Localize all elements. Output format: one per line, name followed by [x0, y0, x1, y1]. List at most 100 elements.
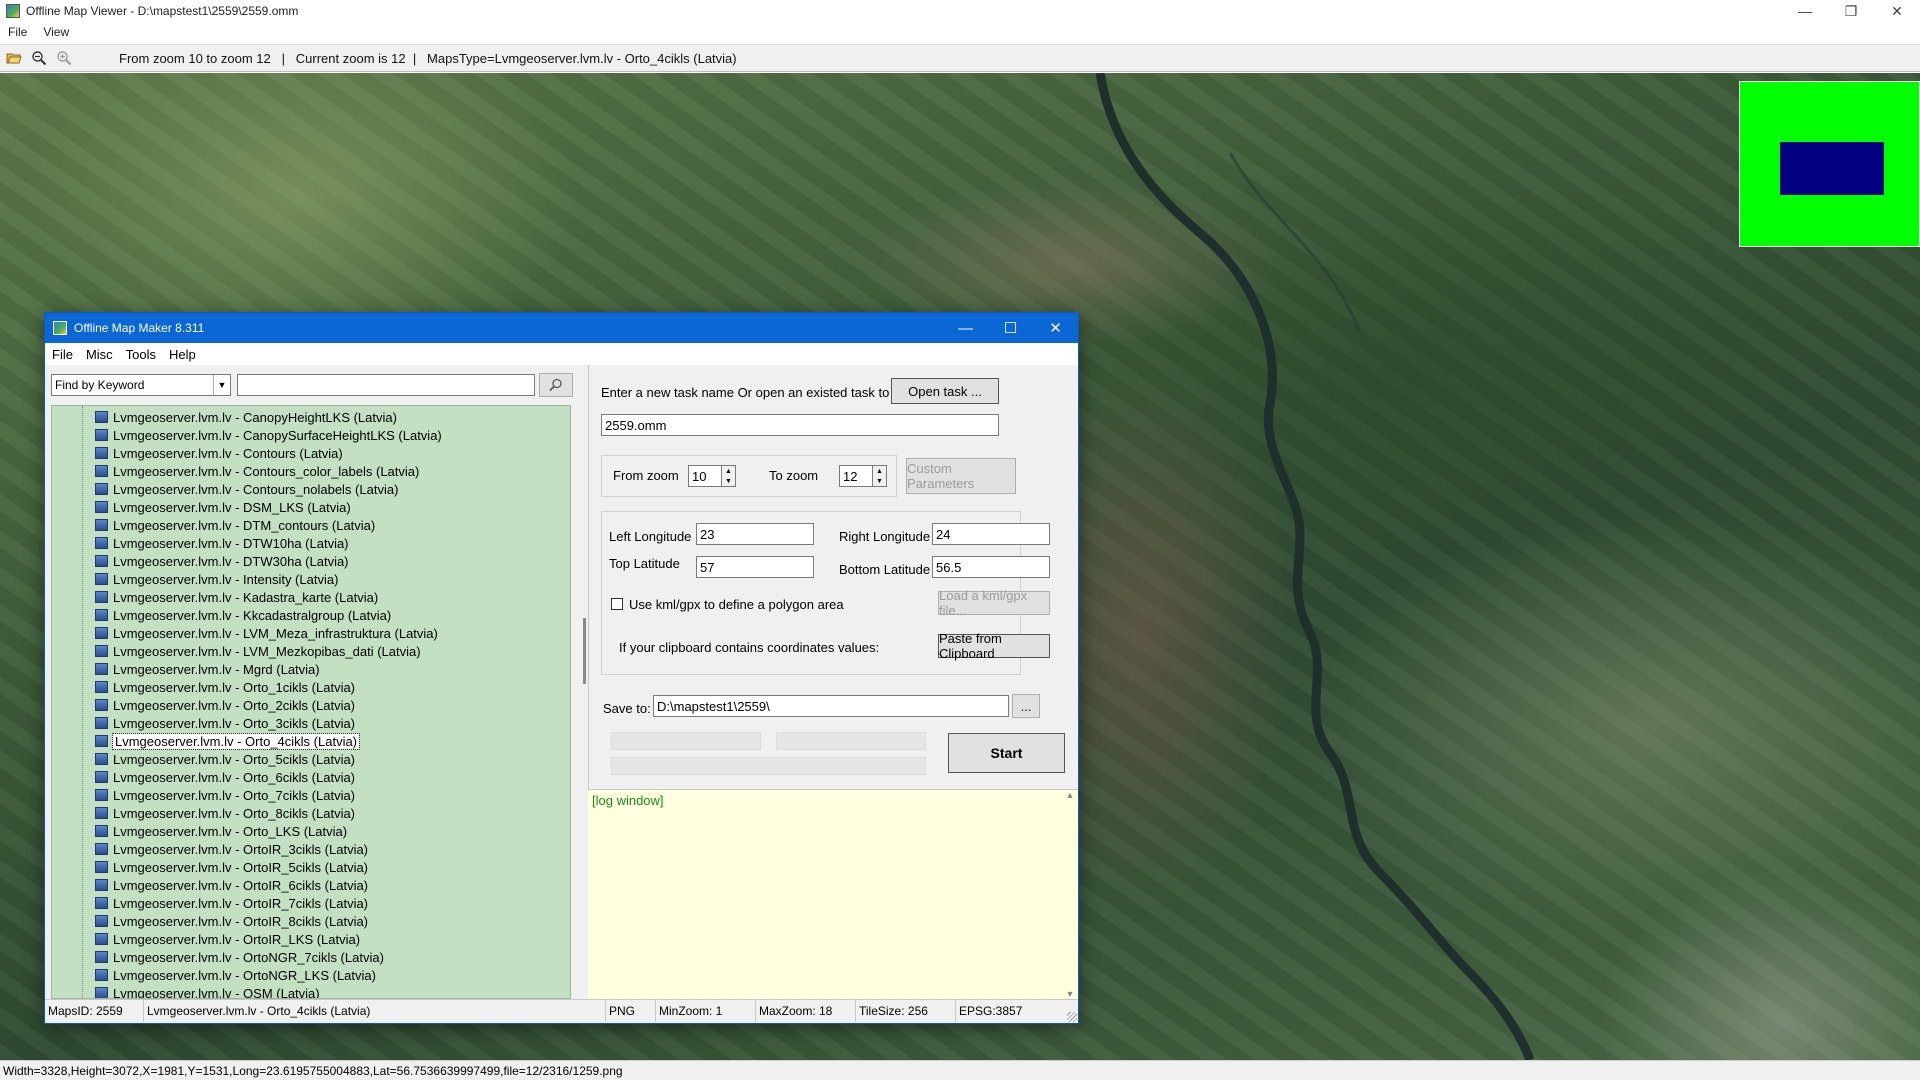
tree-item[interactable]: Lvmgeoserver.lvm.lv - Contours_nolabels …: [95, 480, 398, 498]
zoom-out-button[interactable]: [28, 47, 50, 69]
dialog-titlebar[interactable]: Offline Map Maker 8.311 — ☐ ✕: [45, 313, 1078, 343]
tree-item[interactable]: Lvmgeoserver.lvm.lv - Orto_7cikls (Latvi…: [95, 786, 355, 804]
max-zoom-cell: MaxZoom: 18: [756, 1000, 856, 1022]
task-name-input[interactable]: 2559.omm: [601, 414, 999, 436]
restore-button[interactable]: ❐: [1828, 0, 1874, 22]
open-folder-button[interactable]: [3, 47, 25, 69]
to-zoom-spinner[interactable]: 12 ▲ ▼: [839, 465, 887, 487]
tree-item[interactable]: Lvmgeoserver.lvm.lv - Mgrd (Latvia): [95, 660, 320, 678]
tree-item[interactable]: Lvmgeoserver.lvm.lv - OrtoIR_6cikls (Lat…: [95, 876, 368, 894]
search-mode-select[interactable]: Find by Keyword ▼: [51, 374, 231, 396]
top-latitude-label: Top Latitude: [609, 556, 680, 571]
tree-item-label: Lvmgeoserver.lvm.lv - Kadastra_karte (La…: [113, 589, 379, 605]
minimize-button[interactable]: —: [1782, 0, 1828, 22]
open-task-button[interactable]: Open task ...: [891, 378, 999, 404]
tree-item[interactable]: Lvmgeoserver.lvm.lv - Orto_LKS (Latvia): [95, 822, 347, 840]
dialog-menu-misc[interactable]: Misc: [79, 347, 119, 362]
load-kml-button[interactable]: Load a kml/gpx file...: [938, 588, 1050, 618]
map-layer-icon: [95, 915, 108, 927]
tree-scrollbar-thumb[interactable]: [583, 618, 586, 684]
top-latitude-input[interactable]: 57: [696, 556, 814, 578]
tree-item[interactable]: Lvmgeoserver.lvm.lv - DTM_contours (Latv…: [95, 516, 375, 534]
tree-item[interactable]: Lvmgeoserver.lvm.lv - OrtoIR_3cikls (Lat…: [95, 840, 368, 858]
right-longitude-label: Right Longitude: [839, 529, 931, 544]
dialog-menu-help[interactable]: Help: [162, 347, 202, 362]
menu-view[interactable]: View: [35, 25, 77, 39]
tree-item[interactable]: Lvmgeoserver.lvm.lv - Orto_8cikls (Latvi…: [95, 804, 355, 822]
dialog-minimize-button[interactable]: —: [943, 313, 988, 343]
tree-item-label: Lvmgeoserver.lvm.lv - OrtoNGR_7cikls (La…: [113, 949, 384, 965]
start-button[interactable]: Start: [948, 733, 1065, 773]
browse-folder-button[interactable]: ...: [1012, 694, 1040, 718]
tree-item-label: Lvmgeoserver.lvm.lv - OrtoIR_LKS (Latvia…: [113, 931, 361, 947]
menu-file[interactable]: File: [0, 25, 35, 39]
tree-item[interactable]: Lvmgeoserver.lvm.lv - DSM_LKS (Latvia): [95, 498, 351, 516]
search-button[interactable]: [539, 373, 573, 397]
from-zoom-value[interactable]: 10: [688, 465, 722, 487]
map-name-cell: Lvmgeoserver.lvm.lv - Orto_4cikls (Latvi…: [144, 1000, 606, 1022]
tree-item[interactable]: Lvmgeoserver.lvm.lv - Kadastra_karte (La…: [95, 588, 378, 606]
minimap[interactable]: [1739, 81, 1920, 247]
spin-down-icon[interactable]: ▼: [873, 476, 886, 486]
tree-item[interactable]: Lvmgeoserver.lvm.lv - Orto_4cikls (Latvi…: [95, 732, 361, 750]
resize-grip-icon[interactable]: [1067, 1012, 1077, 1022]
scroll-up-icon[interactable]: ▲: [1066, 790, 1075, 800]
map-layer-icon: [95, 429, 108, 441]
tree-item-label: Lvmgeoserver.lvm.lv - OrtoNGR_LKS (Latvi…: [113, 967, 376, 983]
tree-item[interactable]: Lvmgeoserver.lvm.lv - Orto_2cikls (Latvi…: [95, 696, 355, 714]
tree-item[interactable]: Lvmgeoserver.lvm.lv - CanopyHeightLKS (L…: [95, 408, 397, 426]
tree-item[interactable]: Lvmgeoserver.lvm.lv - LVM_Meza_infrastru…: [95, 624, 438, 642]
search-mode-value: Find by Keyword: [55, 378, 145, 392]
custom-parameters-button[interactable]: Custom Parameters: [906, 458, 1016, 494]
dialog-app-icon: [53, 321, 67, 335]
tree-item[interactable]: Lvmgeoserver.lvm.lv - OrtoNGR_7cikls (La…: [95, 948, 384, 966]
tree-item-label: Lvmgeoserver.lvm.lv - Orto_2cikls (Latvi…: [113, 697, 356, 713]
tree-item[interactable]: Lvmgeoserver.lvm.lv - OrtoIR_7cikls (Lat…: [95, 894, 368, 912]
scroll-down-icon[interactable]: ▼: [1066, 989, 1075, 999]
tree-item[interactable]: Lvmgeoserver.lvm.lv - DTW30ha (Latvia): [95, 552, 349, 570]
tree-item[interactable]: Lvmgeoserver.lvm.lv - Kkcadastralgroup (…: [95, 606, 391, 624]
tree-item[interactable]: Lvmgeoserver.lvm.lv - OrtoIR_8cikls (Lat…: [95, 912, 368, 930]
tree-item[interactable]: Lvmgeoserver.lvm.lv - Intensity (Latvia): [95, 570, 338, 588]
zoom-out-icon: [32, 51, 47, 66]
spin-up-icon[interactable]: ▲: [873, 466, 886, 476]
paste-from-clipboard-button[interactable]: Paste from Clipboard: [938, 631, 1050, 661]
dialog-menu-file[interactable]: File: [45, 347, 79, 362]
tree-item[interactable]: Lvmgeoserver.lvm.lv - Orto_3cikls (Latvi…: [95, 714, 355, 732]
tree-item[interactable]: Lvmgeoserver.lvm.lv - Contours_color_lab…: [95, 462, 419, 480]
tree-item[interactable]: Lvmgeoserver.lvm.lv - LVM_Mezkopibas_dat…: [95, 642, 421, 660]
from-zoom-spinner[interactable]: 10 ▲ ▼: [688, 465, 736, 487]
kml-polygon-checkbox[interactable]: [611, 598, 623, 610]
right-longitude-input[interactable]: 24: [932, 523, 1050, 545]
tree-item[interactable]: Lvmgeoserver.lvm.lv - DTW10ha (Latvia): [95, 534, 349, 552]
tree-item[interactable]: Lvmgeoserver.lvm.lv - OrtoNGR_LKS (Latvi…: [95, 966, 376, 984]
tree-item[interactable]: Lvmgeoserver.lvm.lv - OrtoIR_LKS (Latvia…: [95, 930, 360, 948]
viewer-titlebar[interactable]: Offline Map Viewer - D:\mapstest1\2559\2…: [0, 0, 1920, 22]
left-longitude-input[interactable]: 23: [696, 523, 814, 545]
tree-item[interactable]: Lvmgeoserver.lvm.lv - Orto_5cikls (Latvi…: [95, 750, 355, 768]
tree-item[interactable]: Lvmgeoserver.lvm.lv - CanopySurfaceHeigh…: [95, 426, 442, 444]
dialog-close-button[interactable]: ✕: [1033, 313, 1078, 343]
spin-down-icon[interactable]: ▼: [722, 476, 735, 486]
map-type-tree[interactable]: Lvmgeoserver.lvm.lv - CanopyHeightLKS (L…: [51, 405, 571, 999]
tree-item[interactable]: Lvmgeoserver.lvm.lv - OrtoIR_5cikls (Lat…: [95, 858, 368, 876]
log-window[interactable]: [log window] ▲ ▼: [588, 789, 1078, 999]
close-button[interactable]: ✕: [1874, 0, 1920, 22]
minimap-view-rectangle[interactable]: [1780, 142, 1884, 195]
tree-item[interactable]: Lvmgeoserver.lvm.lv - Orto_1cikls (Latvi…: [95, 678, 355, 696]
tree-item[interactable]: Lvmgeoserver.lvm.lv - OSM (Latvia): [95, 984, 320, 998]
bottom-latitude-input[interactable]: 56.5: [932, 556, 1050, 578]
bottom-latitude-label: Bottom Latitude: [839, 562, 931, 577]
spin-up-icon[interactable]: ▲: [722, 466, 735, 476]
map-layer-icon: [95, 591, 108, 603]
tree-item[interactable]: Lvmgeoserver.lvm.lv - Contours (Latvia): [95, 444, 343, 462]
to-zoom-value[interactable]: 12: [839, 465, 873, 487]
zoom-in-button[interactable]: [53, 47, 75, 69]
dialog-maximize-button[interactable]: ☐: [988, 313, 1033, 343]
clipboard-label: If your clipboard contains coordinates v…: [619, 640, 880, 655]
log-scrollbar[interactable]: ▲ ▼: [1062, 790, 1078, 999]
search-input[interactable]: [237, 374, 535, 396]
tree-item[interactable]: Lvmgeoserver.lvm.lv - Orto_6cikls (Latvi…: [95, 768, 355, 786]
dialog-menu-tools[interactable]: Tools: [119, 347, 162, 362]
save-path-input[interactable]: D:\mapstest1\2559\: [653, 695, 1009, 717]
